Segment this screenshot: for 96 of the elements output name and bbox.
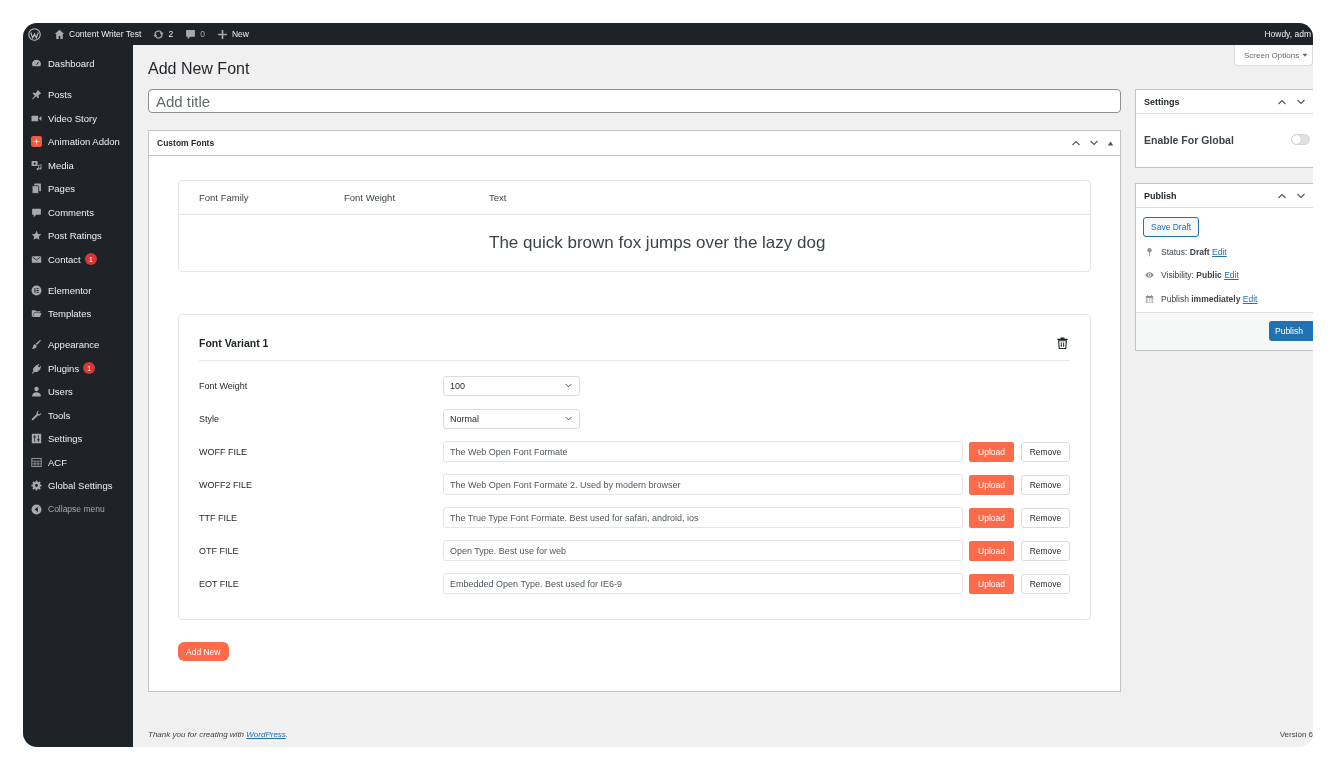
pin-icon [1145,246,1154,257]
publish-time-text: Publish immediately Edit [1161,293,1258,304]
title-input[interactable]: Add title [148,89,1121,113]
field-label: TTF FILE [199,512,237,523]
triangle-up-icon[interactable] [1107,139,1114,147]
chevron-down-icon [564,414,573,423]
media-icon [31,159,42,171]
file-url-input[interactable]: The Web Open Font Formate 2. Used by modern browser [443,474,963,495]
logo-icon[interactable] [28,27,41,41]
chevron-up-icon[interactable] [1071,138,1081,148]
menu-item[interactable]: Users [23,380,133,404]
panel-title: Custom Fonts [157,138,215,148]
star-icon [31,230,42,242]
pin-icon [31,89,42,101]
field-label: OTF FILE [199,545,239,556]
comment-icon [31,206,42,218]
visibility-text: Visibility: Public Edit [1161,270,1239,281]
field-label: Font Weight [199,380,248,391]
collapse-menu-button[interactable]: Collapse menu [23,497,133,521]
gear-icon [31,480,42,492]
comments-link[interactable]: 0 [185,28,205,40]
sparkle-icon [31,136,42,148]
comment-icon [185,28,197,40]
plus-icon [216,28,228,40]
menu-item[interactable]: Settings [23,427,133,451]
edit-link[interactable]: Edit [1242,293,1258,304]
save-draft-button[interactable]: Save Draft [1143,217,1200,237]
menu-item[interactable]: Posts [23,83,133,107]
panel-title: Publish [1144,190,1177,201]
column-heading: Text [489,192,507,203]
field-label: Style [199,413,219,424]
field-label: WOFF FILE [199,446,247,457]
table-icon [31,456,42,468]
menu-item[interactable]: Animation Addon [23,130,133,154]
remove-button[interactable]: Remove [1021,441,1070,462]
status-text: Status: Draft Edit [1161,246,1227,257]
file-url-input[interactable]: The True Type Font Formate. Best used for safari, android, ios [443,507,963,528]
envelope-icon [31,253,42,265]
version-text: Version 6 [1279,730,1313,739]
chevron-down-icon[interactable] [1089,138,1099,148]
remove-button[interactable]: Remove [1021,507,1070,528]
trash-icon[interactable] [1056,335,1069,350]
menu-item[interactable]: Dashboard [23,52,133,76]
menu-item[interactable]: Video Story [23,106,133,130]
menu-item[interactable]: Global Settings [23,474,133,498]
account-link[interactable]: Howdy, adm [1264,29,1313,39]
menu-item[interactable]: Elementor [23,278,133,302]
toggle-label: Enable For Global [1144,133,1234,146]
menu-item[interactable]: Comments [23,200,133,224]
dropdown-select[interactable]: Normal [443,408,580,429]
sliders-icon [31,433,42,445]
footer-thanks-text: Thank you for creating with WordPress. [148,730,289,739]
menu-item[interactable]: ACF [23,450,133,474]
column-heading: Font Weight [344,192,396,203]
menu-item[interactable]: Pages [23,177,133,201]
field-label: WOFF2 FILE [199,479,252,490]
caret-icon [1302,52,1309,58]
eye-icon [1145,270,1154,281]
edit-link[interactable]: Edit [1224,270,1239,281]
sample-text: The quick brown fox jumps over the lazy dog [489,233,826,253]
field-label: EOT FILE [199,578,239,589]
pages-icon [31,183,42,195]
user-icon [31,386,42,398]
home-icon [54,28,65,40]
page-title: Add New Font [148,59,250,79]
file-url-input[interactable]: The Web Open Font Formate [443,441,963,462]
paintbrush-icon [31,339,42,351]
plug-icon [31,362,42,374]
variant-title: Font Variant 1 [199,336,269,349]
dropdown-select[interactable]: 100 [443,375,580,396]
edit-link[interactable]: Edit [1212,246,1227,257]
remove-button[interactable]: Remove [1021,474,1070,495]
menu-item[interactable]: Tools [23,403,133,427]
toggle-switch[interactable] [1291,134,1310,145]
file-url-input[interactable]: Embedded Open Type. Best used for IE6-9 [443,573,963,594]
remove-button[interactable]: Remove [1021,540,1070,561]
column-heading: Font Family [199,192,249,203]
menu-item[interactable]: Appearance [23,333,133,357]
screen-options-button[interactable]: Screen Options [1234,45,1313,66]
circle-bars-icon [31,284,42,296]
chevron-down-icon [564,381,573,390]
menu-item[interactable]: Media [23,153,133,177]
file-url-input[interactable]: Open Type. Best use for web [443,540,963,561]
menu-item[interactable]: Post Ratings [23,224,133,248]
collapse-icon [31,503,42,515]
folder-icon [31,308,42,320]
menu-item[interactable]: Templates [23,302,133,326]
publish-button[interactable]: Publish [1269,321,1313,341]
wrench-icon [31,409,42,421]
panel-title: Settings [1144,96,1180,107]
new-link[interactable]: New [216,28,249,40]
refresh-icon [153,28,165,40]
updates-link[interactable]: 2 [153,28,174,40]
calendar-icon [1145,293,1154,304]
site-name-link[interactable]: Content Writer Test [54,28,142,40]
remove-button[interactable]: Remove [1021,573,1070,594]
